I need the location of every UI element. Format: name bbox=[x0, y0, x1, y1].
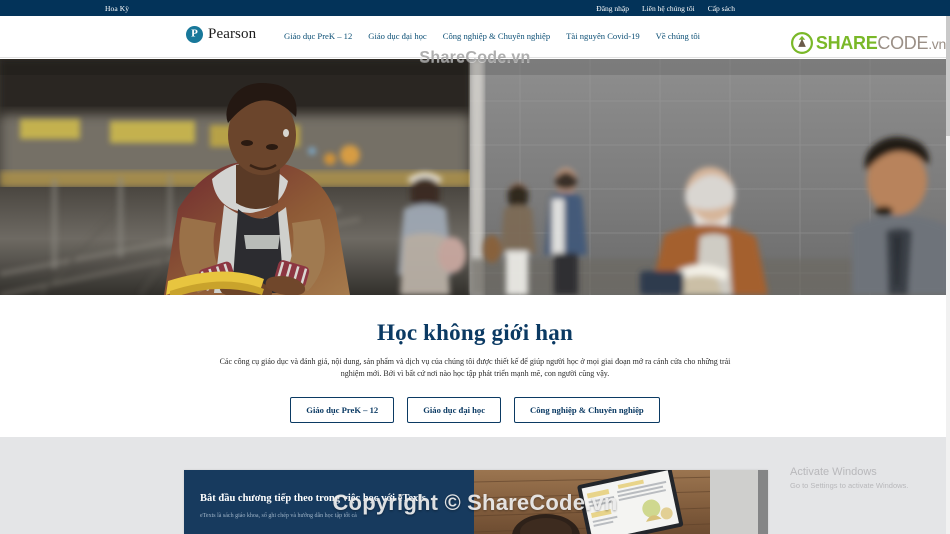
sharecode-word-vn: .vn bbox=[928, 35, 946, 52]
page-root: Hoa Kỳ Đăng nhập Liên hệ chúng tôi Cấp s… bbox=[0, 0, 950, 534]
region-selector[interactable]: Hoa Kỳ bbox=[105, 4, 129, 13]
pearson-mark-letter: P bbox=[191, 27, 198, 40]
activation-subtitle: Go to Settings to activate Windows. bbox=[790, 480, 909, 490]
intro-paragraph: Các công cụ giáo dục và đánh giá, nội du… bbox=[219, 357, 731, 379]
utility-link-books[interactable]: Cấp sách bbox=[708, 4, 735, 13]
sharecode-wordmark: SHARECODE.vn bbox=[816, 33, 946, 54]
sharecode-word-code: CODE bbox=[877, 32, 929, 53]
cta-button-row: Giáo dục PreK – 12 Giáo dục đại học Công… bbox=[0, 396, 950, 423]
utility-links: Đăng nhập Liên hệ chúng tôi Cấp sách bbox=[596, 4, 735, 13]
sharecode-recycle-icon bbox=[790, 32, 813, 54]
promo-text-panel: Bắt đầu chương tiếp theo trong việc học … bbox=[184, 470, 474, 534]
page-title: Học không giới hạn bbox=[377, 320, 573, 345]
nav-item-about[interactable]: Về chúng tôi bbox=[656, 31, 700, 41]
activation-title: Activate Windows bbox=[790, 466, 877, 478]
cta-professional-button[interactable]: Công nghiệp & Chuyên nghiệp bbox=[514, 396, 660, 423]
promo-card[interactable]: Bắt đầu chương tiếp theo trong việc học … bbox=[184, 470, 768, 534]
promo-title: Bắt đầu chương tiếp theo trong việc học … bbox=[200, 493, 426, 504]
nav-item-prek12[interactable]: Giáo dục PreK – 12 bbox=[284, 31, 352, 41]
cta-higher-ed-button[interactable]: Giáo dục đại học bbox=[407, 396, 502, 423]
pearson-wordmark: Pearson bbox=[208, 26, 257, 42]
nav-item-covid[interactable]: Tài nguyên Covid-19 bbox=[566, 31, 640, 41]
site-header: P Pearson Giáo dục PreK – 12 Giáo dục đạ… bbox=[0, 16, 950, 58]
nav-item-professional[interactable]: Công nghiệp & Chuyên nghiệp bbox=[443, 31, 550, 41]
utility-link-contact[interactable]: Liên hệ chúng tôi bbox=[642, 4, 695, 13]
primary-nav: Giáo dục PreK – 12 Giáo dục đại học Công… bbox=[284, 31, 700, 41]
hero-image bbox=[0, 59, 950, 295]
windows-activation-watermark: Activate Windows Go to Settings to activ… bbox=[790, 466, 908, 490]
utility-bar: Hoa Kỳ Đăng nhập Liên hệ chúng tôi Cấp s… bbox=[0, 0, 950, 16]
pearson-mark-icon: P bbox=[186, 26, 203, 43]
sharecode-word-share: SHARE bbox=[815, 32, 878, 53]
promo-subtitle: eTexts là sách giáo khoa, sổ ghi chép và… bbox=[200, 512, 357, 519]
sharecode-logo[interactable]: SHARECODE.vn bbox=[790, 32, 946, 54]
scrollbar-thumb[interactable] bbox=[946, 16, 950, 136]
cta-prek12-button[interactable]: Giáo dục PreK – 12 bbox=[290, 396, 395, 423]
promo-image bbox=[474, 470, 768, 534]
intro-section: Học không giới hạn Các công cụ giáo dục … bbox=[0, 295, 950, 437]
page-scrollbar[interactable] bbox=[946, 16, 950, 534]
utility-link-login[interactable]: Đăng nhập bbox=[596, 4, 629, 13]
pearson-logo[interactable]: P Pearson bbox=[186, 26, 256, 43]
nav-item-higher-ed[interactable]: Giáo dục đại học bbox=[368, 31, 426, 41]
